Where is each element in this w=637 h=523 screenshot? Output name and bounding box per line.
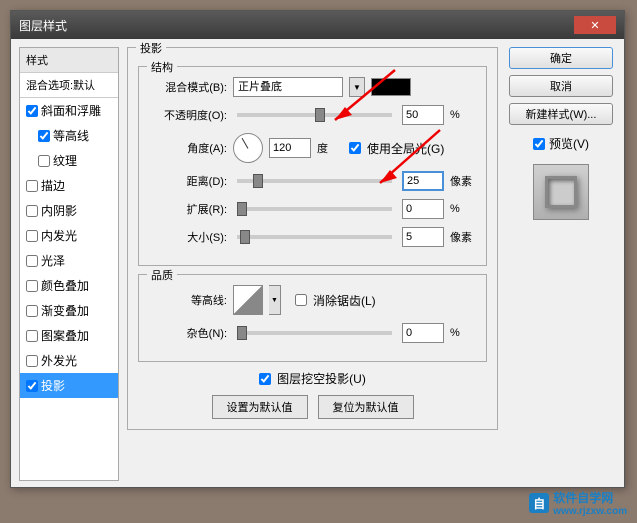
opacity-unit: % — [450, 109, 476, 121]
blend-mode-dropdown-icon[interactable]: ▼ — [349, 77, 365, 97]
distance-unit: 像素 — [450, 173, 476, 189]
style-item-外发光[interactable]: 外发光 — [20, 348, 118, 373]
style-checkbox[interactable] — [26, 105, 38, 117]
style-label: 斜面和浮雕 — [41, 102, 101, 119]
contour-swatch[interactable] — [233, 285, 263, 315]
spread-unit: % — [450, 203, 476, 215]
style-checkbox[interactable] — [26, 380, 38, 392]
style-item-斜面和浮雕[interactable]: 斜面和浮雕 — [20, 98, 118, 123]
watermark-icon: 自 — [529, 493, 549, 513]
style-item-描边[interactable]: 描边 — [20, 173, 118, 198]
spread-label: 扩展(R): — [149, 201, 227, 217]
global-light-label: 使用全局光(G) — [367, 140, 444, 157]
size-unit: 像素 — [450, 229, 476, 245]
style-checkbox[interactable] — [26, 280, 38, 292]
dialog-title: 图层样式 — [19, 17, 67, 34]
blend-mode-label: 混合模式(B): — [149, 79, 227, 95]
style-checkbox[interactable] — [26, 330, 38, 342]
contour-dropdown-icon[interactable]: ▼ — [269, 285, 281, 315]
style-item-渐变叠加[interactable]: 渐变叠加 — [20, 298, 118, 323]
shadow-color-swatch[interactable] — [371, 78, 411, 96]
watermark-text: 软件自学网 — [553, 489, 627, 506]
style-label: 外发光 — [41, 352, 77, 369]
style-checkbox[interactable] — [26, 230, 38, 242]
contour-label: 等高线: — [149, 292, 227, 308]
noise-slider[interactable] — [237, 331, 392, 335]
quality-legend: 品质 — [147, 267, 177, 283]
style-item-投影[interactable]: 投影 — [20, 373, 118, 398]
angle-unit: 度 — [317, 140, 343, 156]
opacity-label: 不透明度(O): — [149, 107, 227, 123]
antialias-checkbox[interactable] — [295, 294, 307, 306]
antialias-label: 消除锯齿(L) — [313, 292, 376, 309]
opacity-input[interactable] — [402, 105, 444, 125]
style-item-纹理[interactable]: 纹理 — [20, 148, 118, 173]
style-checkbox[interactable] — [38, 130, 50, 142]
make-default-button[interactable]: 设置为默认值 — [212, 395, 308, 419]
style-checkbox[interactable] — [26, 180, 38, 192]
global-light-checkbox[interactable] — [349, 142, 361, 154]
watermark-url: www.rjzxw.com — [553, 506, 627, 517]
noise-label: 杂色(N): — [149, 325, 227, 341]
style-label: 渐变叠加 — [41, 302, 89, 319]
style-item-图案叠加[interactable]: 图案叠加 — [20, 323, 118, 348]
close-button[interactable]: ✕ — [574, 16, 616, 34]
angle-label: 角度(A): — [149, 140, 227, 156]
watermark: 自 软件自学网 www.rjzxw.com — [529, 489, 627, 517]
reset-default-button[interactable]: 复位为默认值 — [318, 395, 414, 419]
right-column: 确定 取消 新建样式(W)... 预览(V) — [506, 47, 616, 481]
styles-panel: 样式 混合选项:默认 斜面和浮雕等高线纹理描边内阴影内发光光泽颜色叠加渐变叠加图… — [19, 47, 119, 481]
spread-slider[interactable] — [237, 207, 392, 211]
style-item-颜色叠加[interactable]: 颜色叠加 — [20, 273, 118, 298]
style-item-内发光[interactable]: 内发光 — [20, 223, 118, 248]
new-style-button[interactable]: 新建样式(W)... — [509, 103, 613, 125]
preview-checkbox[interactable] — [533, 138, 545, 150]
style-checkbox[interactable] — [38, 155, 50, 167]
style-checkbox[interactable] — [26, 305, 38, 317]
style-label: 内阴影 — [41, 202, 77, 219]
layer-style-dialog: 图层样式 ✕ 样式 混合选项:默认 斜面和浮雕等高线纹理描边内阴影内发光光泽颜色… — [10, 10, 625, 488]
preview-thumbnail — [545, 176, 577, 208]
drop-shadow-title: 投影 — [136, 40, 166, 56]
center-panel: 投影 结构 混合模式(B): 正片叠底 ▼ 不透明度(O): % — [127, 47, 498, 481]
style-label: 描边 — [41, 177, 65, 194]
blend-mode-combo[interactable]: 正片叠底 — [233, 77, 343, 97]
style-item-光泽[interactable]: 光泽 — [20, 248, 118, 273]
knockout-checkbox[interactable] — [259, 373, 271, 385]
opacity-slider[interactable] — [237, 113, 392, 117]
angle-input[interactable] — [269, 138, 311, 158]
style-item-内阴影[interactable]: 内阴影 — [20, 198, 118, 223]
structure-legend: 结构 — [147, 59, 177, 75]
style-label: 光泽 — [41, 252, 65, 269]
spread-input[interactable] — [402, 199, 444, 219]
style-label: 等高线 — [53, 127, 89, 144]
preview-label: 预览(V) — [549, 135, 589, 152]
style-checkbox[interactable] — [26, 255, 38, 267]
style-label: 颜色叠加 — [41, 277, 89, 294]
titlebar: 图层样式 ✕ — [11, 11, 624, 39]
styles-header: 样式 — [20, 48, 118, 73]
preview-box — [533, 164, 589, 220]
ok-button[interactable]: 确定 — [509, 47, 613, 69]
size-slider[interactable] — [237, 235, 392, 239]
angle-dial[interactable] — [233, 133, 263, 163]
style-label: 纹理 — [53, 152, 77, 169]
noise-unit: % — [450, 327, 476, 339]
style-label: 内发光 — [41, 227, 77, 244]
cancel-button[interactable]: 取消 — [509, 75, 613, 97]
distance-slider[interactable] — [237, 179, 392, 183]
size-label: 大小(S): — [149, 229, 227, 245]
style-checkbox[interactable] — [26, 205, 38, 217]
knockout-label: 图层挖空投影(U) — [277, 370, 366, 387]
noise-input[interactable] — [402, 323, 444, 343]
distance-label: 距离(D): — [149, 173, 227, 189]
style-label: 投影 — [41, 377, 65, 394]
distance-input[interactable] — [402, 171, 444, 191]
size-input[interactable] — [402, 227, 444, 247]
blending-options[interactable]: 混合选项:默认 — [20, 73, 118, 98]
style-label: 图案叠加 — [41, 327, 89, 344]
style-item-等高线[interactable]: 等高线 — [20, 123, 118, 148]
style-checkbox[interactable] — [26, 355, 38, 367]
